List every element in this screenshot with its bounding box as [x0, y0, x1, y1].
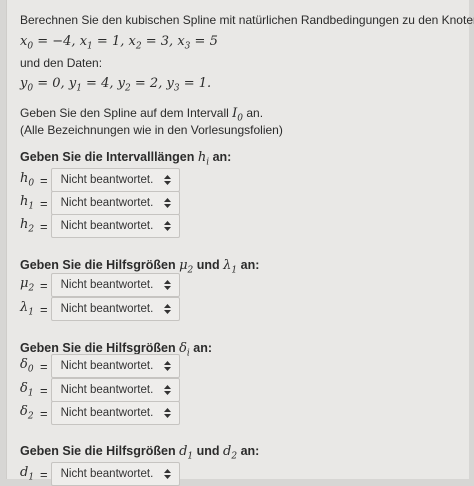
data-2: y2 = 2,	[117, 76, 163, 94]
data-3: y3 = 1.	[166, 76, 212, 94]
field-row-delta0: δ0 = Nicht beantwortet.	[20, 354, 180, 378]
answer-select-mu2[interactable]: Nicht beantwortet.	[50, 273, 180, 297]
answer-select-h0[interactable]: Nicht beantwortet.	[50, 168, 180, 192]
field-row-delta2: δ2 = Nicht beantwortet.	[20, 401, 180, 425]
answer-select-d1[interactable]: Nicht beantwortet.	[50, 462, 180, 486]
field-label: μ2	[20, 276, 35, 294]
knots-list: x0 = −4, x1 = 1, x2 = 3, x3 = 5	[20, 34, 218, 52]
updown-caret-icon	[163, 198, 171, 208]
interval-line: Geben Sie den Spline auf dem Intervall I…	[20, 106, 264, 124]
updown-caret-icon	[163, 304, 171, 314]
field-label: δ0	[20, 357, 34, 375]
answer-select-lambda1[interactable]: Nicht beantwortet.	[50, 297, 180, 321]
field-label: λ1	[20, 300, 34, 318]
data-list: y0 = 0, y1 = 4, y2 = 2, y3 = 1.	[20, 76, 211, 94]
updown-caret-icon	[163, 408, 171, 418]
updown-caret-icon	[163, 469, 171, 479]
knot-2: x2 = 3,	[128, 34, 174, 52]
knot-1: x1 = 1,	[79, 34, 125, 52]
field-label: d1	[20, 465, 35, 483]
field-row-h0: h0 = Nicht beantwortet.	[20, 168, 180, 192]
answer-select-h1[interactable]: Nicht beantwortet.	[50, 191, 180, 215]
knot-0: x0 = −4,	[20, 34, 76, 52]
answer-select-h2[interactable]: Nicht beantwortet.	[50, 214, 180, 238]
knot-3: x3 = 5	[177, 34, 218, 52]
note-line: (Alle Bezeichnungen wie in den Vorlesung…	[20, 123, 283, 137]
data-1: y1 = 4,	[68, 76, 114, 94]
interval-var: I0	[232, 106, 244, 124]
field-label: δ1	[20, 381, 34, 399]
updown-caret-icon	[163, 385, 171, 395]
field-label: h2	[20, 217, 35, 235]
data-label: und den Daten:	[20, 56, 103, 70]
field-row-mu2: μ2 = Nicht beantwortet.	[20, 273, 180, 297]
updown-caret-icon	[163, 280, 171, 290]
updown-caret-icon	[163, 361, 171, 371]
field-row-lambda1: λ1 = Nicht beantwortet.	[20, 297, 180, 321]
answer-select-delta1[interactable]: Nicht beantwortet.	[50, 378, 180, 402]
updown-caret-icon	[163, 175, 171, 185]
updown-caret-icon	[163, 221, 171, 231]
field-label: δ2	[20, 404, 34, 422]
field-label: h1	[20, 194, 35, 212]
intro-line: Berechnen Sie den kubischen Spline mit n…	[20, 13, 474, 27]
section-title-d: Geben Sie die Hilfsgrößen d1 und d2 an:	[20, 444, 260, 462]
field-row-d1: d1 = Nicht beantwortet.	[20, 462, 180, 486]
field-row-h1: h1 = Nicht beantwortet.	[20, 191, 180, 215]
section-title-intervals: Geben Sie die Intervalllängen hi an:	[20, 150, 232, 168]
answer-select-delta0[interactable]: Nicht beantwortet.	[50, 354, 180, 378]
field-row-delta1: δ1 = Nicht beantwortet.	[20, 378, 180, 402]
field-row-h2: h2 = Nicht beantwortet.	[20, 214, 180, 238]
answer-select-delta2[interactable]: Nicht beantwortet.	[50, 401, 180, 425]
data-0: y0 = 0,	[20, 76, 65, 94]
field-label: h0	[20, 171, 35, 189]
